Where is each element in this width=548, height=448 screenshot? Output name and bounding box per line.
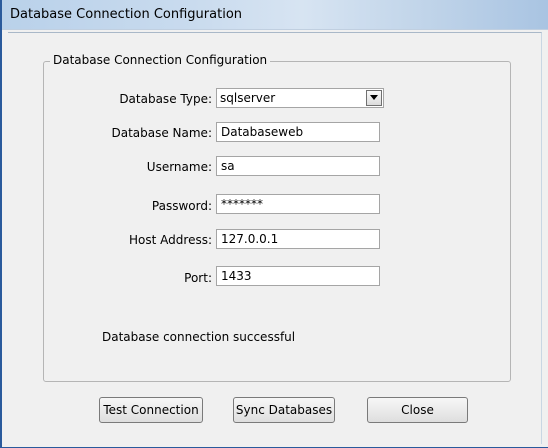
sync-databases-button[interactable]: Sync Databases	[233, 397, 335, 423]
db-type-value: sqlserver	[220, 91, 276, 105]
db-name-input[interactable]: Databaseweb	[216, 122, 380, 142]
group-legend: Database Connection Configuration	[50, 53, 271, 67]
title-bar[interactable]: Database Connection Configuration	[2, 0, 548, 30]
db-type-label: Database Type:	[119, 92, 212, 106]
password-input[interactable]: *******	[216, 194, 380, 214]
username-input[interactable]: sa	[216, 156, 380, 176]
status-message: Database connection successful	[102, 330, 296, 344]
username-label: Username:	[146, 160, 212, 174]
password-label: Password:	[151, 199, 212, 213]
port-input[interactable]: 1433	[216, 266, 380, 286]
chevron-down-icon	[370, 95, 378, 100]
host-input[interactable]: 127.0.0.1	[216, 229, 380, 249]
close-button[interactable]: Close	[367, 397, 468, 423]
port-label: Port:	[184, 271, 212, 285]
host-label: Host Address:	[129, 233, 212, 247]
test-connection-button[interactable]: Test Connection	[99, 397, 203, 423]
dropdown-button[interactable]	[366, 90, 382, 106]
window-title: Database Connection Configuration	[10, 7, 243, 22]
db-type-select[interactable]: sqlserver	[216, 88, 384, 108]
db-name-label: Database Name:	[111, 126, 212, 140]
